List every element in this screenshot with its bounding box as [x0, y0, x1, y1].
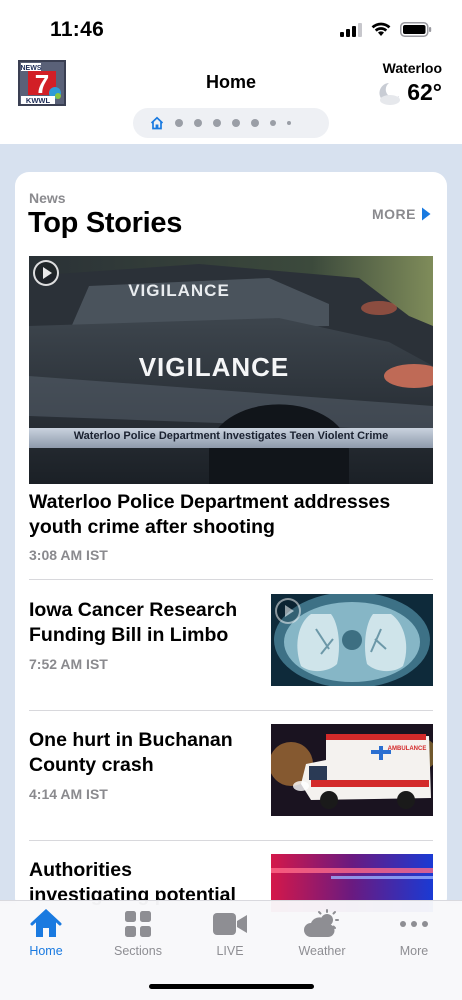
- tab-home[interactable]: Home: [0, 907, 92, 965]
- page-dot[interactable]: [232, 119, 240, 127]
- tab-label: Weather: [298, 944, 346, 958]
- status-time: 11:46: [50, 18, 105, 41]
- divider: [29, 840, 433, 841]
- page-dot[interactable]: [251, 119, 259, 127]
- lead-story-image[interactable]: VIGILANCE VIGILANCE Waterloo Police Depa…: [29, 256, 433, 484]
- svg-text:VIGILANCE: VIGILANCE: [128, 281, 230, 300]
- play-video-icon[interactable]: [33, 260, 59, 286]
- tab-weather[interactable]: Weather: [276, 907, 368, 965]
- weather-temperature: 62°: [407, 79, 442, 105]
- tab-label: LIVE: [216, 944, 244, 958]
- tab-live[interactable]: LIVE: [184, 907, 276, 965]
- page-dot[interactable]: [213, 119, 221, 127]
- page-dot[interactable]: [175, 119, 183, 127]
- weather-widget[interactable]: Waterloo 62°: [352, 60, 442, 106]
- weather-icon: [304, 909, 339, 937]
- video-camera-icon: [213, 913, 247, 935]
- tab-label: More: [399, 944, 429, 958]
- weather-city: Waterloo: [382, 60, 442, 76]
- section-kicker: News: [29, 190, 66, 206]
- wifi-icon: [371, 22, 391, 36]
- divider: [29, 579, 433, 580]
- home-icon[interactable]: [150, 116, 164, 130]
- status-icons: [340, 22, 432, 37]
- chevron-right-icon: [422, 207, 431, 221]
- video-caption: Waterloo Police Department Investigates …: [73, 430, 389, 442]
- story-thumbnail[interactable]: AMBULANCE: [271, 724, 433, 816]
- play-video-icon[interactable]: [275, 598, 301, 624]
- list-item[interactable]: One hurt in Buchanan County crash 4:14 A…: [29, 724, 433, 820]
- tab-sections[interactable]: Sections: [92, 907, 184, 965]
- lead-story-headline[interactable]: Waterloo Police Department addresses you…: [29, 490, 433, 540]
- page-dot[interactable]: [287, 121, 291, 125]
- top-stories-card: News Top Stories MORE VIGILANCE VIGILANC…: [15, 172, 447, 912]
- divider: [29, 710, 433, 711]
- page-dot[interactable]: [194, 119, 202, 127]
- story-title[interactable]: One hurt in Buchanan County crash: [29, 728, 257, 778]
- lead-story-time: 3:08 AM IST: [29, 547, 108, 563]
- svg-text:AMBULANCE: AMBULANCE: [388, 746, 427, 752]
- night-cloud-icon: [379, 82, 401, 105]
- section-heading: Top Stories: [28, 207, 183, 239]
- app-header: NEWS 7 KWWL Home Waterloo 62°: [0, 58, 462, 144]
- tab-more[interactable]: More: [368, 907, 460, 965]
- page-dot[interactable]: [270, 120, 276, 126]
- more-label: MORE: [372, 206, 416, 222]
- svg-text:VIGILANCE: VIGILANCE: [139, 352, 290, 382]
- story-title[interactable]: Iowa Cancer Research Funding Bill in Lim…: [29, 598, 257, 648]
- status-bar: 11:46: [0, 0, 462, 58]
- battery-icon: [400, 22, 432, 37]
- story-thumbnail[interactable]: [271, 594, 433, 686]
- home-indicator[interactable]: [149, 984, 314, 989]
- svg-text:KWWL: KWWL: [26, 96, 51, 105]
- tab-label: Home: [29, 944, 63, 958]
- more-button[interactable]: MORE: [372, 206, 431, 222]
- cellular-signal-icon: [340, 22, 362, 37]
- grid-icon: [125, 911, 151, 937]
- tab-label: Sections: [114, 944, 162, 958]
- list-item[interactable]: Iowa Cancer Research Funding Bill in Lim…: [29, 594, 433, 690]
- story-time: 7:52 AM IST: [29, 656, 108, 672]
- page-indicator[interactable]: [133, 108, 329, 138]
- home-icon: [30, 909, 62, 937]
- more-dots-icon: [400, 921, 428, 927]
- story-time: 4:14 AM IST: [29, 786, 108, 802]
